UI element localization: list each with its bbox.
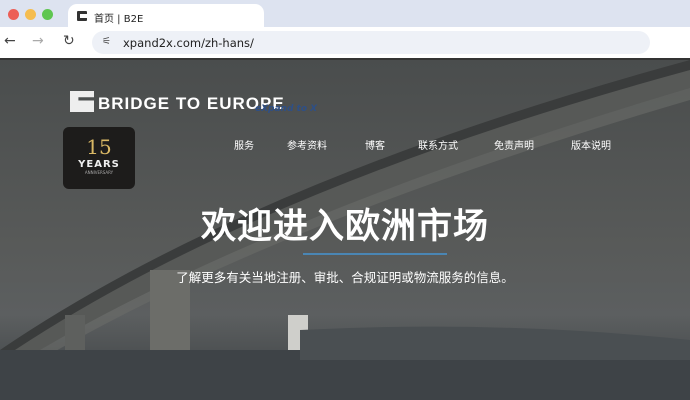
badge-anniversary: ANNIVERSARY xyxy=(84,170,114,175)
logo-tagline: eXpand to X xyxy=(255,104,318,114)
badge-number: 15 xyxy=(86,135,112,159)
minimize-window-button[interactable] xyxy=(25,9,36,20)
menu-item-references[interactable]: 参考资料 xyxy=(287,137,327,152)
menu-item-contact[interactable]: 联系方式 xyxy=(418,137,458,152)
close-window-button[interactable] xyxy=(8,9,19,20)
menu-item-release-notes[interactable]: 版本说明 xyxy=(571,137,611,152)
badge-years: YEARS xyxy=(78,159,120,170)
menu-item-blog[interactable]: 博客 xyxy=(365,137,385,152)
hero-subtitle: 了解更多有关当地注册、审批、合规证明或物流服务的信息。 xyxy=(176,270,514,285)
hero-title: 欢迎进入欧洲市场 xyxy=(200,207,489,247)
menu-item-disclaimer[interactable]: 免责声明 xyxy=(494,137,534,152)
site-logo[interactable]: BRIDGE TO EUROPE xyxy=(70,91,285,114)
anniversary-badge: 15 YEARS ANNIVERSARY xyxy=(63,127,135,189)
favicon-icon xyxy=(77,11,87,21)
url-text: xpand2x.com/zh-hans/ xyxy=(123,36,254,50)
browser-toolbar: ← → ↻ ⚟ xpand2x.com/zh-hans/ xyxy=(0,27,690,58)
hero-section: BRIDGE TO EUROPE eXpand to X 15 YEARS AN… xyxy=(0,58,690,400)
site-settings-icon[interactable]: ⚟ xyxy=(102,36,111,47)
tab-bar: 首页 | B2E xyxy=(0,0,690,29)
address-bar[interactable]: ⚟ xpand2x.com/zh-hans/ xyxy=(92,31,650,54)
logo-mark-icon xyxy=(70,91,94,112)
back-icon[interactable]: ← xyxy=(4,33,16,49)
tab-title: 首页 | B2E xyxy=(94,14,144,25)
forward-icon[interactable]: → xyxy=(32,33,44,49)
menu-item-services[interactable]: 服务 xyxy=(234,137,254,152)
accent-divider xyxy=(303,253,447,255)
maximize-window-button[interactable] xyxy=(42,9,53,20)
reload-icon[interactable]: ↻ xyxy=(63,33,75,49)
browser-tab[interactable]: 首页 | B2E xyxy=(68,4,264,29)
